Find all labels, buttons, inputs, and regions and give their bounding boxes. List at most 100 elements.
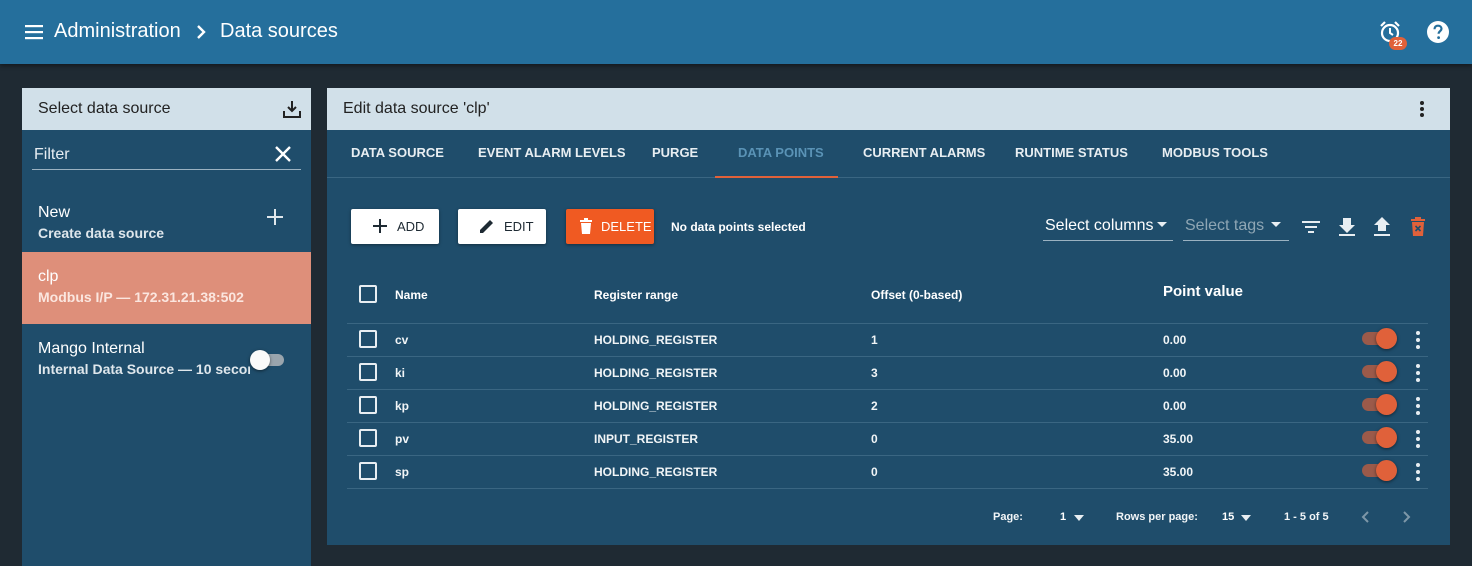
plus-icon[interactable] xyxy=(266,208,284,226)
data-source-item-clp[interactable]: clp Modbus I/P — 172.31.21.38:502 xyxy=(22,252,311,324)
table-cell-offset: 0 xyxy=(871,465,878,479)
tab-purge[interactable]: PURGE xyxy=(652,130,698,178)
menu-icon[interactable] xyxy=(24,22,44,42)
more-vert-icon[interactable] xyxy=(1413,396,1423,416)
delete-button[interactable]: DELETE xyxy=(566,209,654,244)
column-header-offset[interactable]: Offset (0-based) xyxy=(871,288,962,302)
right-panel-header: Edit data source 'clp' xyxy=(327,88,1450,130)
arrow-drop-down-icon xyxy=(1271,222,1281,227)
pagination-range: 1 - 5 of 5 xyxy=(1284,511,1329,523)
table-cell-point-value: 0.00 xyxy=(1163,399,1187,413)
table-cell-register-range: HOLDING_REGISTER xyxy=(594,399,718,413)
row-checkbox[interactable] xyxy=(359,396,377,414)
tab-bar: DATA SOURCE EVENT ALARM LEVELS PURGE DAT… xyxy=(327,130,1450,178)
toggle-knob xyxy=(250,350,270,370)
list-item-title: clp xyxy=(38,268,59,285)
table-cell-name: ki xyxy=(395,366,406,380)
alarm-count-badge: 22 xyxy=(1389,37,1407,50)
table-cell-register-range: INPUT_REGISTER xyxy=(594,432,699,446)
new-data-source-item[interactable]: New Create data source xyxy=(22,188,311,260)
toggle-knob xyxy=(1376,394,1397,415)
point-enable-toggle[interactable] xyxy=(1362,426,1398,448)
top-app-bar: Administration Data sources 22 xyxy=(0,0,1472,64)
data-source-item-mango-internal[interactable]: Mango Internal Internal Data Source — 10… xyxy=(22,324,311,396)
tab-data-source[interactable]: DATA SOURCE xyxy=(351,130,444,178)
trash-icon xyxy=(580,218,592,234)
point-enable-toggle[interactable] xyxy=(1362,393,1398,415)
table-divider xyxy=(347,323,1428,324)
edit-button[interactable]: EDIT xyxy=(458,209,546,244)
filter-input[interactable]: Filter xyxy=(34,146,70,164)
toggle-knob xyxy=(1376,427,1397,448)
page-select[interactable]: 1 xyxy=(1060,507,1088,527)
table-cell-register-range: HOLDING_REGISTER xyxy=(594,333,718,347)
tab-data-points[interactable]: DATA POINTS xyxy=(715,130,838,178)
plus-icon xyxy=(373,219,387,233)
filter-underline xyxy=(32,169,301,170)
data-source-list-panel: Select data source Filter New Create dat… xyxy=(22,88,311,566)
rows-per-page-value: 15 xyxy=(1222,511,1235,523)
delete-forever-icon[interactable] xyxy=(1407,216,1429,238)
edit-button-label: EDIT xyxy=(504,219,534,234)
row-checkbox[interactable] xyxy=(359,363,377,381)
select-tags-label: Select tags xyxy=(1185,217,1265,234)
filter-list-icon[interactable] xyxy=(1300,216,1322,238)
add-button[interactable]: ADD xyxy=(351,209,439,244)
download-icon[interactable] xyxy=(282,99,302,119)
table-divider xyxy=(347,455,1428,456)
row-checkbox[interactable] xyxy=(359,462,377,480)
point-enable-toggle[interactable] xyxy=(1362,459,1398,481)
add-button-label: ADD xyxy=(397,219,425,234)
data-source-enable-toggle[interactable] xyxy=(250,348,286,370)
table-cell-offset: 0 xyxy=(871,432,878,446)
list-item-title: Mango Internal xyxy=(38,340,145,357)
table-cell-point-value: 0.00 xyxy=(1163,366,1187,380)
more-vert-icon[interactable] xyxy=(1413,330,1423,350)
more-vert-icon[interactable] xyxy=(1413,462,1423,482)
right-panel-title: Edit data source 'clp' xyxy=(343,100,490,117)
column-header-register-range[interactable]: Register range xyxy=(594,288,678,302)
table-cell-name: kp xyxy=(395,399,410,413)
tab-runtime-status[interactable]: RUNTIME STATUS xyxy=(1015,130,1128,178)
list-item-subtitle: Modbus I/P — 172.31.21.38:502 xyxy=(38,289,244,305)
help-icon[interactable] xyxy=(1426,20,1450,44)
select-tags-dropdown[interactable]: Select tags xyxy=(1183,209,1289,241)
tab-event-alarm-levels[interactable]: EVENT ALARM LEVELS xyxy=(478,130,626,178)
list-item-title: New xyxy=(38,204,71,221)
table-cell-name: cv xyxy=(395,333,409,347)
select-all-checkbox[interactable] xyxy=(359,285,377,303)
row-checkbox[interactable] xyxy=(359,429,377,447)
chevron-right-icon[interactable] xyxy=(1396,507,1416,527)
more-vert-icon[interactable] xyxy=(1413,363,1423,383)
download-icon[interactable] xyxy=(1336,216,1358,238)
upload-icon[interactable] xyxy=(1371,216,1393,238)
more-vert-icon[interactable] xyxy=(1413,429,1423,449)
arrow-drop-down-icon xyxy=(1241,515,1251,521)
chevron-left-icon[interactable] xyxy=(1356,507,1376,527)
rows-per-page-label: Rows per page: xyxy=(1116,511,1198,523)
left-panel-title: Select data source xyxy=(38,100,171,117)
tab-modbus-tools[interactable]: MODBUS TOOLS xyxy=(1162,130,1268,178)
point-enable-toggle[interactable] xyxy=(1362,360,1398,382)
toggle-knob xyxy=(1376,460,1397,481)
more-vert-icon[interactable] xyxy=(1412,99,1432,119)
table-cell-register-range: HOLDING_REGISTER xyxy=(594,465,718,479)
tab-current-alarms[interactable]: CURRENT ALARMS xyxy=(863,130,985,178)
column-header-point-value[interactable]: Point value xyxy=(1163,283,1243,300)
column-header-name[interactable]: Name xyxy=(395,288,428,302)
table-cell-register-range: HOLDING_REGISTER xyxy=(594,366,718,380)
select-columns-dropdown[interactable]: Select columns xyxy=(1043,209,1173,241)
rows-per-page-select[interactable]: 15 xyxy=(1222,507,1254,527)
point-enable-toggle[interactable] xyxy=(1362,327,1398,349)
breadcrumb-administration[interactable]: Administration xyxy=(54,20,181,43)
table-divider xyxy=(347,356,1428,357)
arrow-drop-down-icon xyxy=(1157,222,1167,227)
row-checkbox[interactable] xyxy=(359,330,377,348)
chevron-right-icon xyxy=(197,25,206,39)
delete-button-label: DELETE xyxy=(601,219,652,234)
table-cell-point-value: 35.00 xyxy=(1163,465,1194,479)
page-select-value: 1 xyxy=(1060,511,1067,523)
edit-data-source-panel: Edit data source 'clp' DATA SOURCE EVENT… xyxy=(327,88,1450,545)
close-icon[interactable] xyxy=(274,145,292,163)
page-label: Page: xyxy=(993,511,1023,523)
